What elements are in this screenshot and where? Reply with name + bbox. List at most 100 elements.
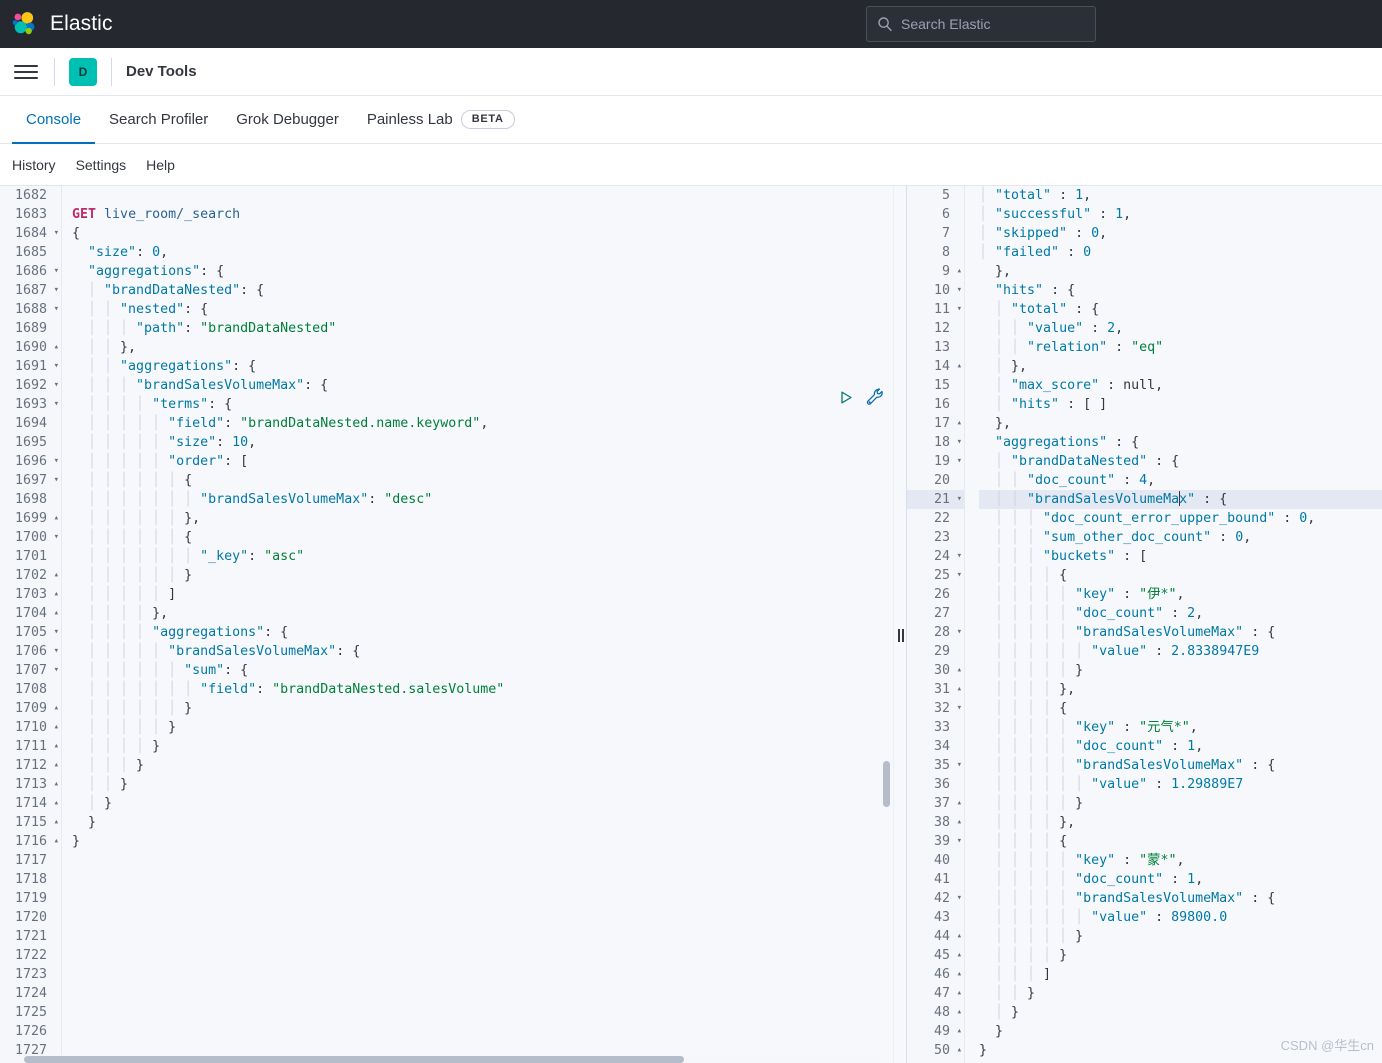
code-line[interactable]: GET live_room/_search	[72, 205, 893, 224]
fold-toggle[interactable]: ▾	[49, 224, 59, 243]
code-line[interactable]: │ │ │ "sum_other_doc_count" : 0,	[979, 528, 1382, 547]
fold-toggle[interactable]: ▴	[952, 1003, 962, 1022]
splitter-grip-icon[interactable]	[898, 629, 904, 642]
fold-toggle[interactable]: ▴	[49, 509, 59, 528]
code-line[interactable]: │ │ │ │ }	[979, 946, 1382, 965]
elastic-logo[interactable]	[0, 0, 48, 48]
code-line[interactable]: │ │ │ │ │ }	[72, 718, 893, 737]
code-line[interactable]: │ │ │ │ │ }	[979, 794, 1382, 813]
code-line[interactable]: }	[72, 813, 893, 832]
fold-toggle[interactable]: ▾	[49, 376, 59, 395]
code-line[interactable]: │ │ │ │ │ "key" : "蒙*",	[979, 851, 1382, 870]
code-line[interactable]: "aggregations" : {	[979, 433, 1382, 452]
app-badge[interactable]: D	[69, 57, 97, 86]
response-editor-pane[interactable]: 5 6 7 8 9 ▴ 10 ▾ 11 ▾ 12 13 14 ▴ 15 16 17 ▴ 18 ▾ 19 ▾ 20 21 ▾ 22 2…	[907, 186, 1382, 1063]
code-line[interactable]: │ │ │ │ │ │ "value" : 89800.0	[979, 908, 1382, 927]
code-line[interactable]: "aggregations": {	[72, 262, 893, 281]
fold-toggle[interactable]: ▴	[49, 585, 59, 604]
global-search-box[interactable]	[866, 6, 1096, 42]
fold-toggle[interactable]: ▾	[952, 452, 962, 471]
fold-toggle[interactable]: ▾	[952, 699, 962, 718]
code-line[interactable]: │ │ │ │ },	[72, 604, 893, 623]
code-line[interactable]: {	[72, 224, 893, 243]
fold-toggle[interactable]: ▴	[49, 813, 59, 832]
code-line[interactable]: │ │ │ │ },	[979, 680, 1382, 699]
code-line[interactable]: │ "brandDataNested" : {	[979, 452, 1382, 471]
code-line[interactable]: │ │ │ │ │ "doc_count" : 1,	[979, 870, 1382, 889]
fold-toggle[interactable]: ▾	[952, 547, 962, 566]
code-line[interactable]: │ │ │ │ }	[72, 737, 893, 756]
fold-toggle[interactable]: ▾	[952, 623, 962, 642]
fold-toggle[interactable]: ▴	[952, 262, 962, 281]
code-line[interactable]: │ │ │ │ │ "size": 10,	[72, 433, 893, 452]
code-line[interactable]: │ │ │ │ │ "brandSalesVolumeMax" : {	[979, 756, 1382, 775]
request-editor-hscroll-thumb[interactable]	[24, 1056, 684, 1063]
code-line[interactable]: │ │ │ │ "terms": {	[72, 395, 893, 414]
code-line[interactable]: │ "total" : {	[979, 300, 1382, 319]
code-line[interactable]: │ │ │ │ {	[979, 699, 1382, 718]
fold-toggle[interactable]: ▾	[49, 452, 59, 471]
fold-toggle[interactable]: ▴	[952, 965, 962, 984]
code-line[interactable]: │ │ "brandSalesVolumeMax" : {	[979, 490, 1382, 509]
fold-toggle[interactable]: ▴	[49, 718, 59, 737]
fold-toggle[interactable]: ▴	[952, 813, 962, 832]
request-editor-scrollbar[interactable]	[883, 761, 890, 807]
tab-search-profiler[interactable]: Search Profiler	[95, 96, 222, 143]
code-line[interactable]: │ │ │ "path": "brandDataNested"	[72, 319, 893, 338]
code-line[interactable]	[72, 851, 893, 870]
fold-toggle[interactable]: ▾	[952, 889, 962, 908]
fold-toggle[interactable]: ▾	[952, 566, 962, 585]
code-line[interactable]: │ │ "doc_count" : 4,	[979, 471, 1382, 490]
code-line[interactable]	[72, 186, 893, 205]
code-line[interactable]: "hits" : {	[979, 281, 1382, 300]
code-line[interactable]: "size": 0,	[72, 243, 893, 262]
fold-toggle[interactable]: ▴	[49, 775, 59, 794]
code-line[interactable]: │ "brandDataNested": {	[72, 281, 893, 300]
code-line[interactable]: │ },	[979, 357, 1382, 376]
code-line[interactable]	[72, 927, 893, 946]
fold-toggle[interactable]: ▾	[952, 490, 962, 509]
code-line[interactable]	[72, 908, 893, 927]
fold-toggle[interactable]: ▾	[49, 642, 59, 661]
code-line[interactable]: }	[979, 1041, 1382, 1060]
code-line[interactable]: │ │ │ │ │ }	[979, 661, 1382, 680]
code-line[interactable]: │ │ │ │ │ │ }	[72, 699, 893, 718]
code-line[interactable]	[72, 965, 893, 984]
code-line[interactable]	[72, 984, 893, 1003]
code-line[interactable]: │ │ │ │ "aggregations": {	[72, 623, 893, 642]
fold-toggle[interactable]: ▴	[49, 756, 59, 775]
code-line[interactable]	[72, 1022, 893, 1041]
code-line[interactable]: │ │ │ │ },	[979, 813, 1382, 832]
fold-toggle[interactable]: ▾	[49, 623, 59, 642]
code-line[interactable]	[72, 946, 893, 965]
tab-console[interactable]: Console	[12, 96, 96, 144]
code-line[interactable]: │ │ │ │ │ "brandSalesVolumeMax" : {	[979, 889, 1382, 908]
fold-toggle[interactable]: ▴	[49, 737, 59, 756]
fold-toggle[interactable]: ▴	[49, 699, 59, 718]
code-line[interactable]: │ │ │ │ │ │ │ "field": "brandDataNested.…	[72, 680, 893, 699]
fold-toggle[interactable]: ▾	[952, 433, 962, 452]
fold-toggle[interactable]: ▾	[952, 300, 962, 319]
code-line[interactable]: │ │ │ "brandSalesVolumeMax": {	[72, 376, 893, 395]
help-button[interactable]: Help	[146, 157, 175, 173]
fold-toggle[interactable]: ▴	[952, 357, 962, 376]
code-line[interactable]: │ │ │ │ │ "doc_count" : 1,	[979, 737, 1382, 756]
code-line[interactable]: }	[979, 1022, 1382, 1041]
code-line[interactable]: │ │ │ │ │ ]	[72, 585, 893, 604]
fold-toggle[interactable]: ▴	[952, 661, 962, 680]
fold-toggle[interactable]: ▴	[952, 946, 962, 965]
code-line[interactable]: │ │ │ │ │ "field": "brandDataNested.name…	[72, 414, 893, 433]
code-line[interactable]: },	[979, 262, 1382, 281]
fold-toggle[interactable]: ▾	[49, 300, 59, 319]
code-line[interactable]: │ │ │ │ │ │ {	[72, 528, 893, 547]
code-line[interactable]: │ │ }	[979, 984, 1382, 1003]
fold-toggle[interactable]: ▴	[49, 832, 59, 851]
code-line[interactable]	[72, 1003, 893, 1022]
fold-toggle[interactable]: ▾	[49, 262, 59, 281]
fold-toggle[interactable]: ▴	[952, 680, 962, 699]
code-line[interactable]: │ }	[979, 1003, 1382, 1022]
code-line[interactable]: │ "skipped" : 0,	[979, 224, 1382, 243]
code-line[interactable]: │ │ │ "doc_count_error_upper_bound" : 0,	[979, 509, 1382, 528]
fold-toggle[interactable]: ▾	[952, 832, 962, 851]
code-line[interactable]: │ │ │ │ │ "key" : "伊*",	[979, 585, 1382, 604]
